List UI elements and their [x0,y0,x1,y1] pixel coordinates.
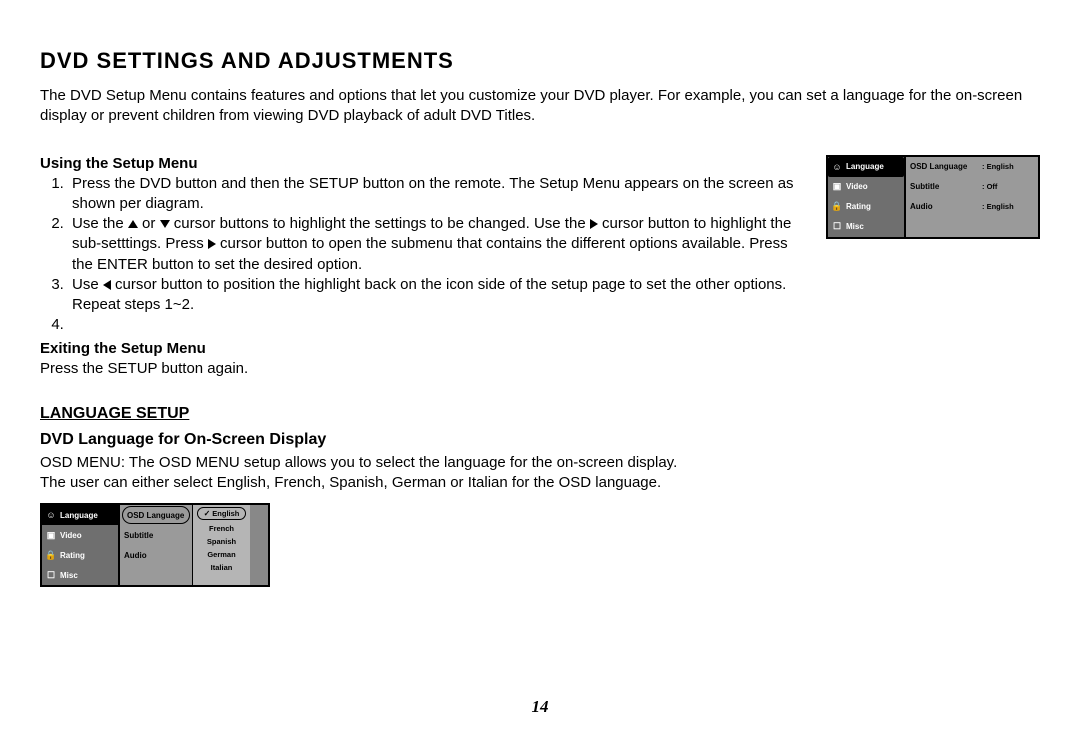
left-arrow-icon [103,280,111,290]
lock-icon: 🔒 [832,202,842,212]
page-title: DVD SETTINGS AND ADJUSTMENTS [40,48,1040,74]
speech-icon: ☐ [832,222,842,232]
menu2-left-rating: 🔒 Rating [42,545,118,565]
menu-left-language: ☺ Language [828,157,904,177]
step-3-text: cursor button to position the highlight … [72,276,786,313]
osd-option-french: French [193,522,250,535]
step-2-text: or [138,215,160,232]
menu-label: Language [846,162,884,171]
intro-paragraph: The DVD Setup Menu contains features and… [40,86,1040,127]
menu2-mid-audio: Audio [120,545,192,565]
menu-label: Video [846,182,868,191]
lock-icon: 🔒 [46,550,56,560]
exiting-heading: Exiting the Setup Menu [40,340,802,357]
tv-icon: ▣ [832,182,842,192]
osd-language-heading: DVD Language for On-Screen Display [40,431,1040,449]
menu-mid-audio: Audio [906,197,978,217]
osd-option-german: German [193,548,250,561]
setup-menu-diagram-1: ☺ Language ▣ Video 🔒 Rating ☐ Misc OSD Langu… [826,155,1040,239]
osd-paragraph-1: OSD MENU: The OSD MENU setup allows you … [40,453,1040,473]
language-setup-heading: LANGUAGE SETUP [40,405,1040,423]
menu-mid-osdlang: OSD Language [906,157,978,177]
step-2: Use the or cursor buttons to highlight t… [68,214,802,275]
step-2-text: Use the [72,215,128,232]
tv-icon: ▣ [46,530,56,540]
menu-right-audio-val: : English [978,197,1038,217]
osd-option-english: ✓English [197,507,246,520]
menu2-left-misc: ☐ Misc [42,565,118,585]
osd-paragraph-2: The user can either select English, Fren… [40,473,1040,493]
menu-right-subtitle-val: : Off [978,177,1038,197]
menu-left-misc: ☐ Misc [828,217,904,237]
menu2-left-language: ☺ Language [42,505,118,525]
menu-label: Rating [846,202,871,211]
right-arrow-icon [208,239,216,249]
menu2-mid-osdlang: OSD Language [122,506,190,524]
menu-left-video: ▣ Video [828,177,904,197]
menu-mid-empty [906,217,978,237]
step-2-text: cursor buttons to highlight the settings… [170,215,590,232]
menu2-mid-subtitle: Subtitle [120,525,192,545]
down-arrow-icon [160,220,170,228]
step-4 [68,315,802,335]
osd-option-spanish: Spanish [193,535,250,548]
using-heading: Using the Setup Menu [40,155,802,172]
menu-right-empty [978,217,1038,237]
check-icon: ✓ [204,509,211,518]
menu2-mid-empty [120,565,192,585]
menu-label: Misc [846,222,864,231]
osd-option-italian: Italian [193,561,250,574]
page-number: 14 [0,697,1080,717]
up-arrow-icon [128,220,138,228]
menu-label: Rating [60,551,85,560]
step-3: Use cursor button to position the highli… [68,275,802,316]
right-arrow-icon [590,219,598,229]
menu-left-rating: 🔒 Rating [828,197,904,217]
menu-label: Misc [60,571,78,580]
menu-right-osdlang-val: : English [978,157,1038,177]
menu-label: Language [60,511,98,520]
speech-icon: ☐ [46,570,56,580]
globe-icon: ☺ [832,162,842,172]
exiting-text: Press the SETUP button again. [40,359,802,379]
menu-mid-subtitle: Subtitle [906,177,978,197]
setup-menu-diagram-2: ☺ Language ▣ Video 🔒 Rating ☐ Misc OSD Langu… [40,503,270,587]
menu2-left-video: ▣ Video [42,525,118,545]
option-label: English [212,509,239,518]
step-1: Press the DVD button and then the SETUP … [68,174,802,215]
step-3-text: Use [72,276,103,293]
menu-label: Video [60,531,82,540]
globe-icon: ☺ [46,510,56,520]
